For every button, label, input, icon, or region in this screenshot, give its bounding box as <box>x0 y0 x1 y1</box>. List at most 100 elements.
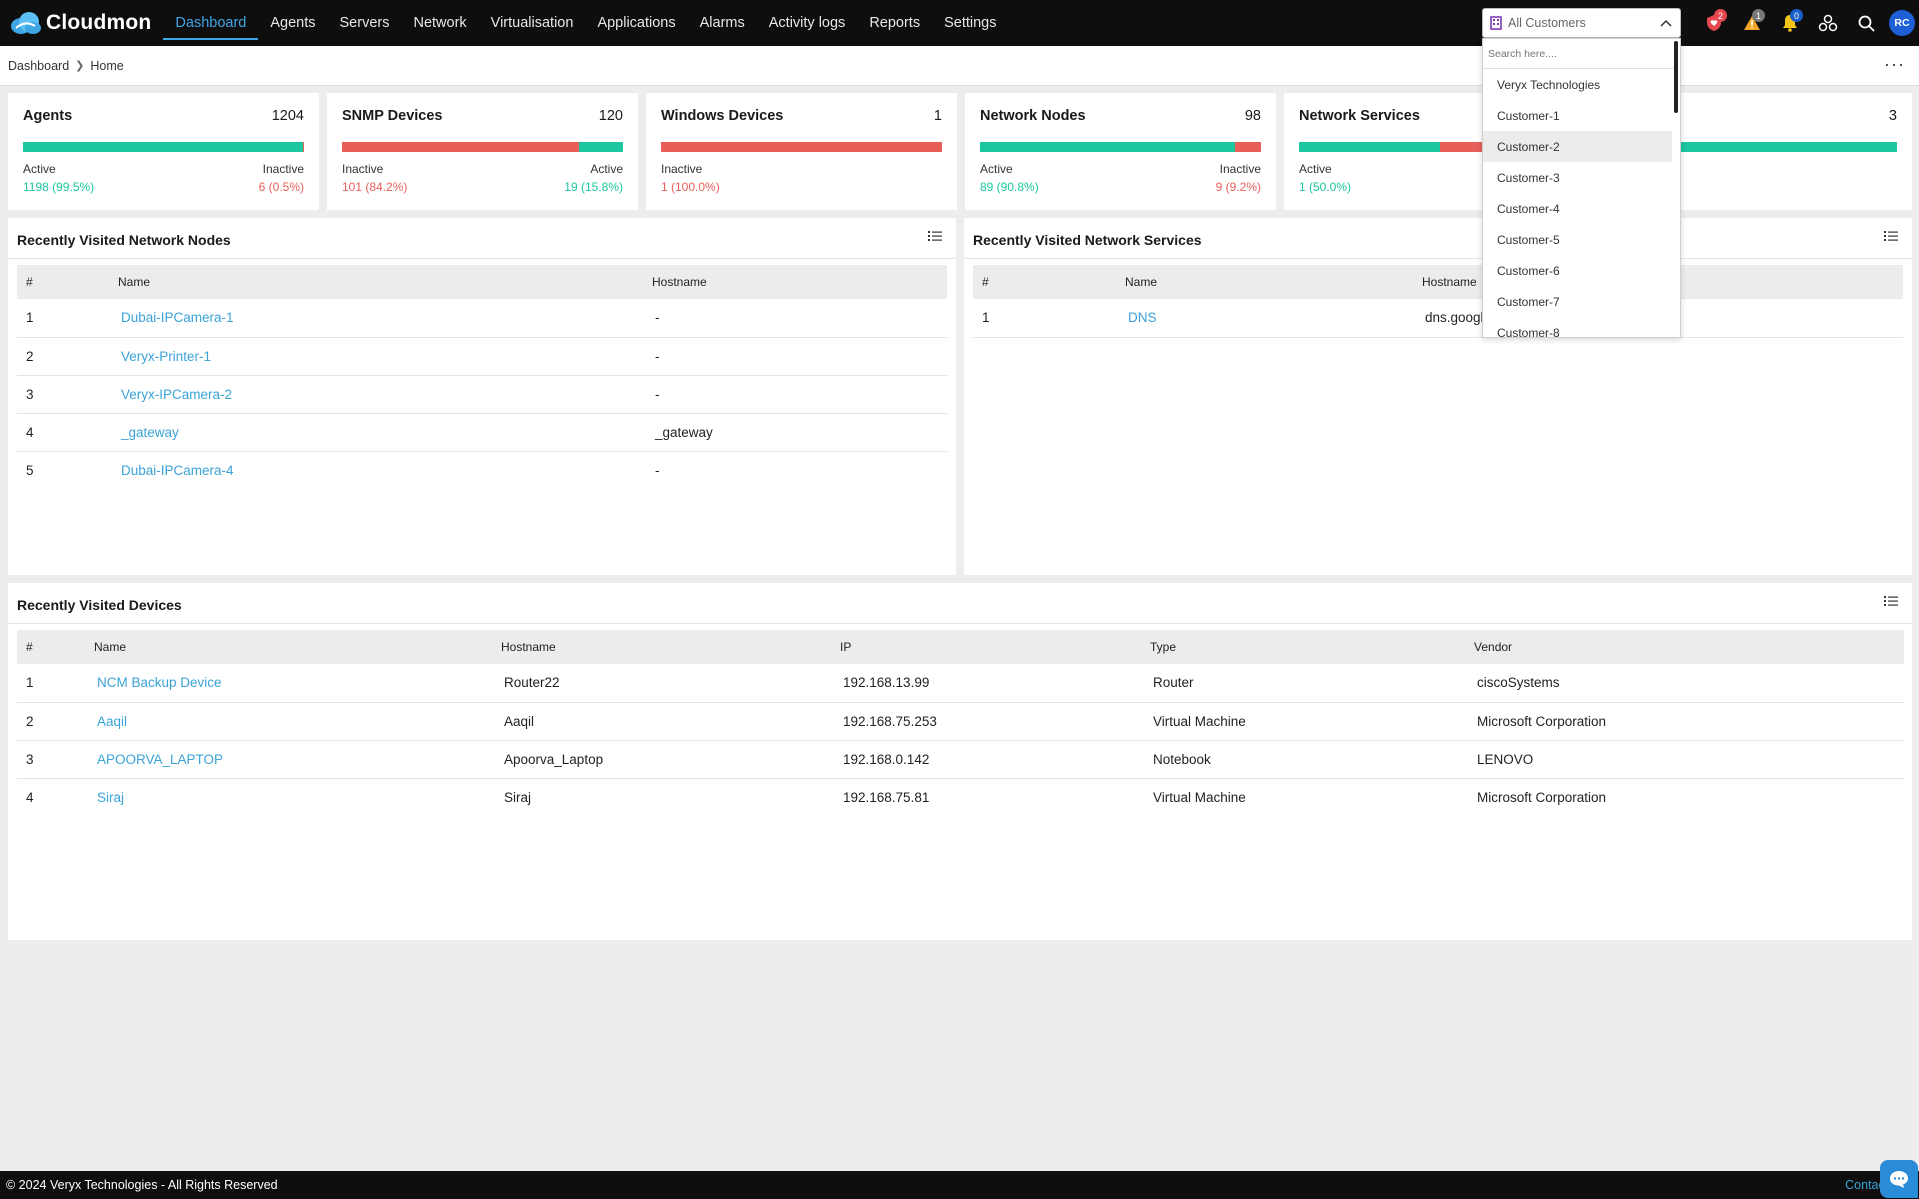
device-name[interactable]: Aaqil <box>94 714 127 729</box>
node-name-link[interactable]: Veryx-Printer-1 <box>109 337 643 376</box>
nav-activity-logs[interactable]: Activity logs <box>757 0 858 46</box>
service-name-link[interactable]: DNS <box>1116 299 1413 338</box>
customer-dropdown: Veryx Technologies Customer-1 Customer-2… <box>1482 38 1681 338</box>
nav-dashboard[interactable]: Dashboard <box>163 0 259 46</box>
stat-card-bar <box>342 142 623 152</box>
nav-reports[interactable]: Reports <box>857 0 932 46</box>
table-header-row: # Name Hostname IP Type Vendor <box>17 630 1904 664</box>
table-row: 2 Veryx-Printer-1 - <box>17 337 947 376</box>
node-name-link[interactable]: Veryx-IPCamera-2 <box>109 375 643 414</box>
nav-settings[interactable]: Settings <box>932 0 1008 46</box>
customer-option[interactable]: Customer-3 <box>1483 162 1672 193</box>
breadcrumb-current: Home <box>90 58 124 73</box>
device-type-text: Notebook <box>1153 751 1211 767</box>
customer-option[interactable]: Customer-5 <box>1483 224 1672 255</box>
node-hostname: - <box>643 299 947 338</box>
node-hostname: - <box>643 337 947 376</box>
search-button[interactable] <box>1847 0 1885 46</box>
customer-option[interactable]: Customer-8 <box>1483 317 1672 338</box>
node-name[interactable]: Dubai-IPCamera-4 <box>118 463 234 478</box>
dropdown-scrollbar[interactable] <box>1674 41 1678 113</box>
notifications-button[interactable]: 0 <box>1771 0 1809 46</box>
user-avatar[interactable]: RC <box>1889 10 1915 36</box>
device-name[interactable]: NCM Backup Device <box>94 675 222 690</box>
list-view-icon[interactable] <box>1884 595 1898 607</box>
more-options-icon[interactable]: ··· <box>1884 55 1905 73</box>
device-name[interactable]: APOORVA_LAPTOP <box>94 752 223 767</box>
customer-select[interactable]: All Customers <box>1482 8 1681 38</box>
table-row: 1 NCM Backup Device Router22 192.168.13.… <box>17 664 1904 703</box>
chat-button[interactable] <box>1880 1160 1918 1198</box>
panel-title: Recently Visited Devices <box>17 597 182 613</box>
row-number: 4 <box>17 413 109 452</box>
node-hostname-text: _gateway <box>655 424 713 440</box>
row-number: 3 <box>17 740 85 779</box>
footer: © 2024 Veryx Technologies - All Rights R… <box>0 1171 1919 1199</box>
nav-agents[interactable]: Agents <box>258 0 327 46</box>
node-name-link[interactable]: _gateway <box>109 413 643 452</box>
list-view-icon[interactable] <box>1884 230 1898 242</box>
node-name-link[interactable]: Dubai-IPCamera-4 <box>109 451 643 489</box>
customer-select-value: All Customers <box>1508 16 1586 30</box>
node-name[interactable]: Dubai-IPCamera-1 <box>118 310 234 325</box>
recent-network-services-panel: Recently Visited Network Services # Name… <box>964 218 1912 575</box>
node-name-link[interactable]: Dubai-IPCamera-1 <box>109 299 643 338</box>
breadcrumb-dashboard[interactable]: Dashboard <box>8 59 69 73</box>
customer-option[interactable]: Customer-6 <box>1483 255 1672 286</box>
service-name[interactable]: DNS <box>1125 310 1157 325</box>
critical-alarms-badge: 2 <box>1714 9 1727 22</box>
column-header: Name <box>109 265 643 299</box>
device-name-link[interactable]: NCM Backup Device <box>85 664 492 703</box>
device-vendor-text: Microsoft Corporation <box>1477 789 1607 805</box>
customer-option[interactable]: Customer-2 <box>1483 131 1672 162</box>
device-name[interactable]: Siraj <box>94 790 124 805</box>
node-name[interactable]: _gateway <box>118 425 179 440</box>
nav-applications[interactable]: Applications <box>585 0 687 46</box>
device-hostname: Aaqil <box>492 702 831 741</box>
column-header: Name <box>1116 265 1413 299</box>
customer-search-input[interactable] <box>1488 47 1658 60</box>
device-hostname-text: Siraj <box>504 789 532 805</box>
critical-alarms-button[interactable]: 2 <box>1695 0 1733 46</box>
stat-card-agents[interactable]: Agents 1204 Active 1198 (99.5%) Inactive… <box>8 93 319 210</box>
device-type: Router <box>1141 664 1465 703</box>
column-header: Type <box>1141 630 1465 664</box>
nav-network[interactable]: Network <box>401 0 478 46</box>
stat-right-value: 9 (9.2%) <box>1215 180 1261 194</box>
stat-card-snmp-devices[interactable]: SNMP Devices 120 Inactive 101 (84.2%) Ac… <box>327 93 638 210</box>
warning-alarms-button[interactable]: 1 <box>1733 0 1771 46</box>
table-header-row: # Name Hostname <box>17 265 947 299</box>
device-name-link[interactable]: Siraj <box>85 778 492 816</box>
topology-button[interactable] <box>1809 0 1847 46</box>
nav-virtualisation[interactable]: Virtualisation <box>479 0 586 46</box>
device-hostname: Siraj <box>492 778 831 816</box>
main-nav: Dashboard Agents Servers Network Virtual… <box>163 0 1008 46</box>
device-hostname: Router22 <box>492 664 831 703</box>
node-name[interactable]: Veryx-IPCamera-2 <box>118 387 232 402</box>
customer-option[interactable]: Customer-7 <box>1483 286 1672 317</box>
row-number: 4 <box>26 789 34 805</box>
customer-option[interactable]: Veryx Technologies <box>1483 69 1672 100</box>
device-type-text: Virtual Machine <box>1153 713 1246 729</box>
device-name-link[interactable]: APOORVA_LAPTOP <box>85 740 492 779</box>
customer-option[interactable]: Customer-4 <box>1483 193 1672 224</box>
app-logo[interactable]: Cloudmon <box>8 0 151 46</box>
stat-card-network-nodes[interactable]: Network Nodes 98 Active 89 (90.8%) Inact… <box>965 93 1276 210</box>
device-hostname: Apoorva_Laptop <box>492 740 831 779</box>
stat-left-label: Active <box>23 162 56 176</box>
copyright-text: © 2024 Veryx Technologies - All Rights R… <box>6 1178 278 1192</box>
device-vendor-text: LENOVO <box>1477 751 1534 767</box>
nav-alarms[interactable]: Alarms <box>688 0 757 46</box>
stat-card-title: Network Services <box>1299 108 1420 124</box>
node-name[interactable]: Veryx-Printer-1 <box>118 349 211 364</box>
customer-option[interactable]: Customer-1 <box>1483 100 1672 131</box>
list-view-icon[interactable] <box>928 230 942 242</box>
stat-card-title: Windows Devices <box>661 108 784 124</box>
device-name-link[interactable]: Aaqil <box>85 702 492 741</box>
nav-servers[interactable]: Servers <box>328 0 402 46</box>
column-header: IP <box>831 630 1141 664</box>
table-row: 3 Veryx-IPCamera-2 - <box>17 375 947 414</box>
stat-left-value: 1 (50.0%) <box>1299 180 1352 194</box>
stat-card-windows-devices[interactable]: Windows Devices 1 Inactive 1 (100.0%) <box>646 93 957 210</box>
recent-network-nodes-panel: Recently Visited Network Nodes # Name Ho… <box>8 218 956 575</box>
